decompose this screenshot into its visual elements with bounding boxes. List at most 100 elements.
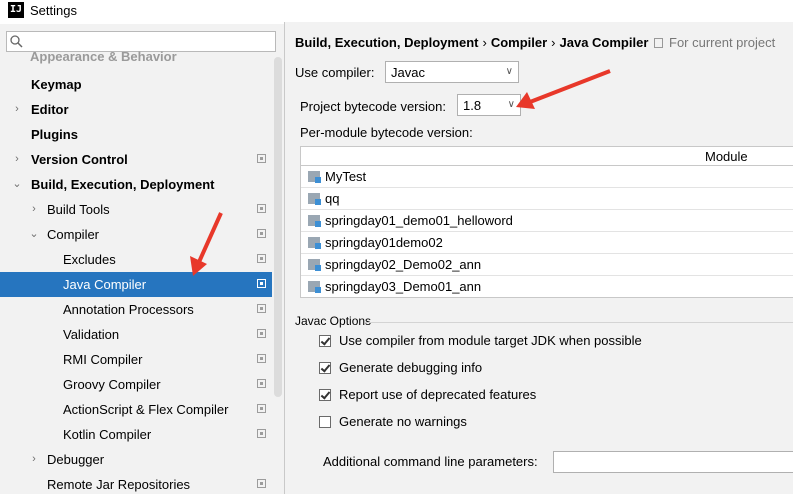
generate-debugging-info-checkbox[interactable] bbox=[319, 362, 331, 374]
sidebar-item-annotation-processors[interactable]: Annotation Processors bbox=[0, 297, 272, 322]
intellij-logo-icon: IJ bbox=[8, 2, 24, 18]
column-header-module: Module bbox=[705, 149, 748, 164]
sidebar-item-java-compiler[interactable]: Java Compiler bbox=[0, 272, 272, 297]
sidebar-item-build-execution-deployment[interactable]: ⌄ Build, Execution, Deployment bbox=[0, 172, 272, 197]
sidebar-item-excludes[interactable]: Excludes bbox=[0, 247, 272, 272]
table-row[interactable]: MyTest bbox=[301, 166, 793, 188]
module-icon bbox=[308, 281, 321, 293]
sidebar-item-debugger[interactable]: › Debugger bbox=[0, 447, 272, 472]
module-name: springday02_Demo02_ann bbox=[325, 257, 482, 272]
bytecode-version-select[interactable]: 1.8 ∨ bbox=[457, 94, 521, 116]
chevron-down-icon[interactable]: ⌄ bbox=[11, 172, 23, 197]
sidebar-item-label: Keymap bbox=[31, 77, 82, 92]
section-divider bbox=[365, 322, 793, 323]
sidebar-item-actionscript-flex-compiler[interactable]: ActionScript & Flex Compiler bbox=[0, 397, 272, 422]
sidebar-item-label: Java Compiler bbox=[63, 277, 147, 292]
sidebar-item-label: ActionScript & Flex Compiler bbox=[63, 402, 229, 417]
per-module-table[interactable]: Module MyTest qq springday01_demo01_hell… bbox=[300, 146, 793, 298]
table-row[interactable]: springday03_Demo01_ann bbox=[301, 276, 793, 297]
bytecode-version-value: 1.8 bbox=[463, 98, 482, 113]
scope-note-text: For current project bbox=[669, 35, 776, 50]
sidebar-item-label: Remote Jar Repositories bbox=[47, 477, 191, 492]
project-config-icon bbox=[257, 429, 266, 438]
breadcrumb: Build, Execution, Deployment › Compiler › Ja… bbox=[295, 35, 648, 50]
window-title: Settings bbox=[30, 3, 77, 18]
breadcrumb-item: Java Compiler bbox=[559, 35, 649, 50]
project-scope-icon bbox=[654, 38, 663, 48]
breadcrumb-item: Build, Execution, Deployment bbox=[295, 35, 479, 50]
chevron-right-icon[interactable]: › bbox=[11, 147, 23, 172]
project-config-icon bbox=[257, 479, 266, 488]
use-compiler-value: Javac bbox=[391, 65, 425, 80]
module-icon bbox=[308, 237, 321, 249]
chevron-right-icon[interactable]: › bbox=[28, 197, 40, 222]
module-name: springday03_Demo01_ann bbox=[325, 279, 482, 294]
javac-options-legend: Javac Options bbox=[295, 314, 372, 328]
sidebar-item-label: RMI Compiler bbox=[63, 352, 143, 367]
sidebar-item-label: Validation bbox=[63, 327, 120, 342]
project-config-icon bbox=[257, 329, 266, 338]
sidebar-item-editor[interactable]: › Editor bbox=[0, 97, 272, 122]
use-compiler-label: Use compiler: bbox=[295, 65, 375, 80]
project-config-icon bbox=[257, 379, 266, 388]
table-row[interactable]: springday02_Demo02_ann bbox=[301, 254, 793, 276]
module-icon bbox=[308, 259, 321, 271]
checkbox-label[interactable]: Generate no warnings bbox=[339, 414, 467, 429]
title-bar: IJ Settings bbox=[0, 0, 793, 22]
chevron-right-icon[interactable]: › bbox=[11, 97, 23, 122]
sidebar-item-compiler[interactable]: ⌄ Compiler bbox=[0, 222, 272, 247]
module-name: springday01demo02 bbox=[325, 235, 443, 250]
additional-params-label: Additional command line parameters: bbox=[323, 454, 538, 469]
additional-params-input[interactable] bbox=[553, 451, 793, 473]
module-icon bbox=[308, 171, 321, 183]
sidebar-item-groovy-compiler[interactable]: Groovy Compiler bbox=[0, 372, 272, 397]
sidebar-item-label: Editor bbox=[31, 102, 69, 117]
report-deprecated-checkbox[interactable] bbox=[319, 389, 331, 401]
sidebar-item-label: Version Control bbox=[31, 152, 128, 167]
sidebar-item-build-tools[interactable]: › Build Tools bbox=[0, 197, 272, 222]
sidebar-scrollbar[interactable] bbox=[274, 57, 282, 397]
per-module-label: Per-module bytecode version: bbox=[300, 125, 473, 140]
sidebar-item-label: Build, Execution, Deployment bbox=[31, 177, 215, 192]
use-module-target-jdk-checkbox[interactable] bbox=[319, 335, 331, 347]
sidebar-item-version-control[interactable]: › Version Control bbox=[0, 147, 272, 172]
sidebar-item-validation[interactable]: Validation bbox=[0, 322, 272, 347]
table-row[interactable]: springday01demo02 bbox=[301, 232, 793, 254]
project-config-icon bbox=[257, 354, 266, 363]
table-header[interactable]: Module bbox=[301, 147, 793, 166]
project-config-icon bbox=[257, 304, 266, 313]
sidebar-item-kotlin-compiler[interactable]: Kotlin Compiler bbox=[0, 422, 272, 447]
module-name: springday01_demo01_helloword bbox=[325, 213, 513, 228]
settings-content: Build, Execution, Deployment › Compiler › Ja… bbox=[285, 22, 793, 494]
generate-no-warnings-checkbox[interactable] bbox=[319, 416, 331, 428]
checkbox-label[interactable]: Generate debugging info bbox=[339, 360, 482, 375]
chevron-right-icon[interactable]: › bbox=[28, 447, 40, 472]
table-row[interactable]: qq bbox=[301, 188, 793, 210]
breadcrumb-item: Compiler bbox=[490, 35, 548, 50]
sidebar-item-rmi-compiler[interactable]: RMI Compiler bbox=[0, 347, 272, 372]
sidebar-item-label: Appearance & Behavior bbox=[30, 49, 177, 64]
breadcrumb-separator: › bbox=[482, 35, 487, 50]
checkbox-label[interactable]: Use compiler from module target JDK when… bbox=[339, 333, 642, 348]
project-config-icon bbox=[257, 254, 266, 263]
module-icon bbox=[308, 193, 321, 205]
module-icon bbox=[308, 215, 321, 227]
sidebar-item-label: Debugger bbox=[47, 452, 105, 467]
sidebar-item-label: Excludes bbox=[63, 252, 116, 267]
sidebar-item-remote-jar-repositories[interactable]: Remote Jar Repositories bbox=[0, 472, 272, 494]
sidebar-item-label: Build Tools bbox=[47, 202, 110, 217]
project-config-icon bbox=[257, 404, 266, 413]
sidebar-item-label: Plugins bbox=[31, 127, 78, 142]
chevron-down-icon: ∨ bbox=[507, 99, 515, 110]
project-config-icon bbox=[257, 154, 266, 163]
sidebar-item-label: Groovy Compiler bbox=[63, 377, 161, 392]
use-compiler-select[interactable]: Javac ∨ bbox=[385, 61, 519, 83]
chevron-down-icon[interactable]: ⌄ bbox=[28, 222, 40, 247]
sidebar-item-plugins[interactable]: Plugins bbox=[0, 122, 272, 147]
project-config-icon bbox=[257, 204, 266, 213]
module-name: qq bbox=[325, 191, 340, 206]
sidebar-item-keymap[interactable]: Keymap bbox=[0, 72, 272, 97]
table-row[interactable]: springday01_demo01_helloword bbox=[301, 210, 793, 232]
bytecode-version-label: Project bytecode version: bbox=[300, 99, 446, 114]
checkbox-label[interactable]: Report use of deprecated features bbox=[339, 387, 536, 402]
